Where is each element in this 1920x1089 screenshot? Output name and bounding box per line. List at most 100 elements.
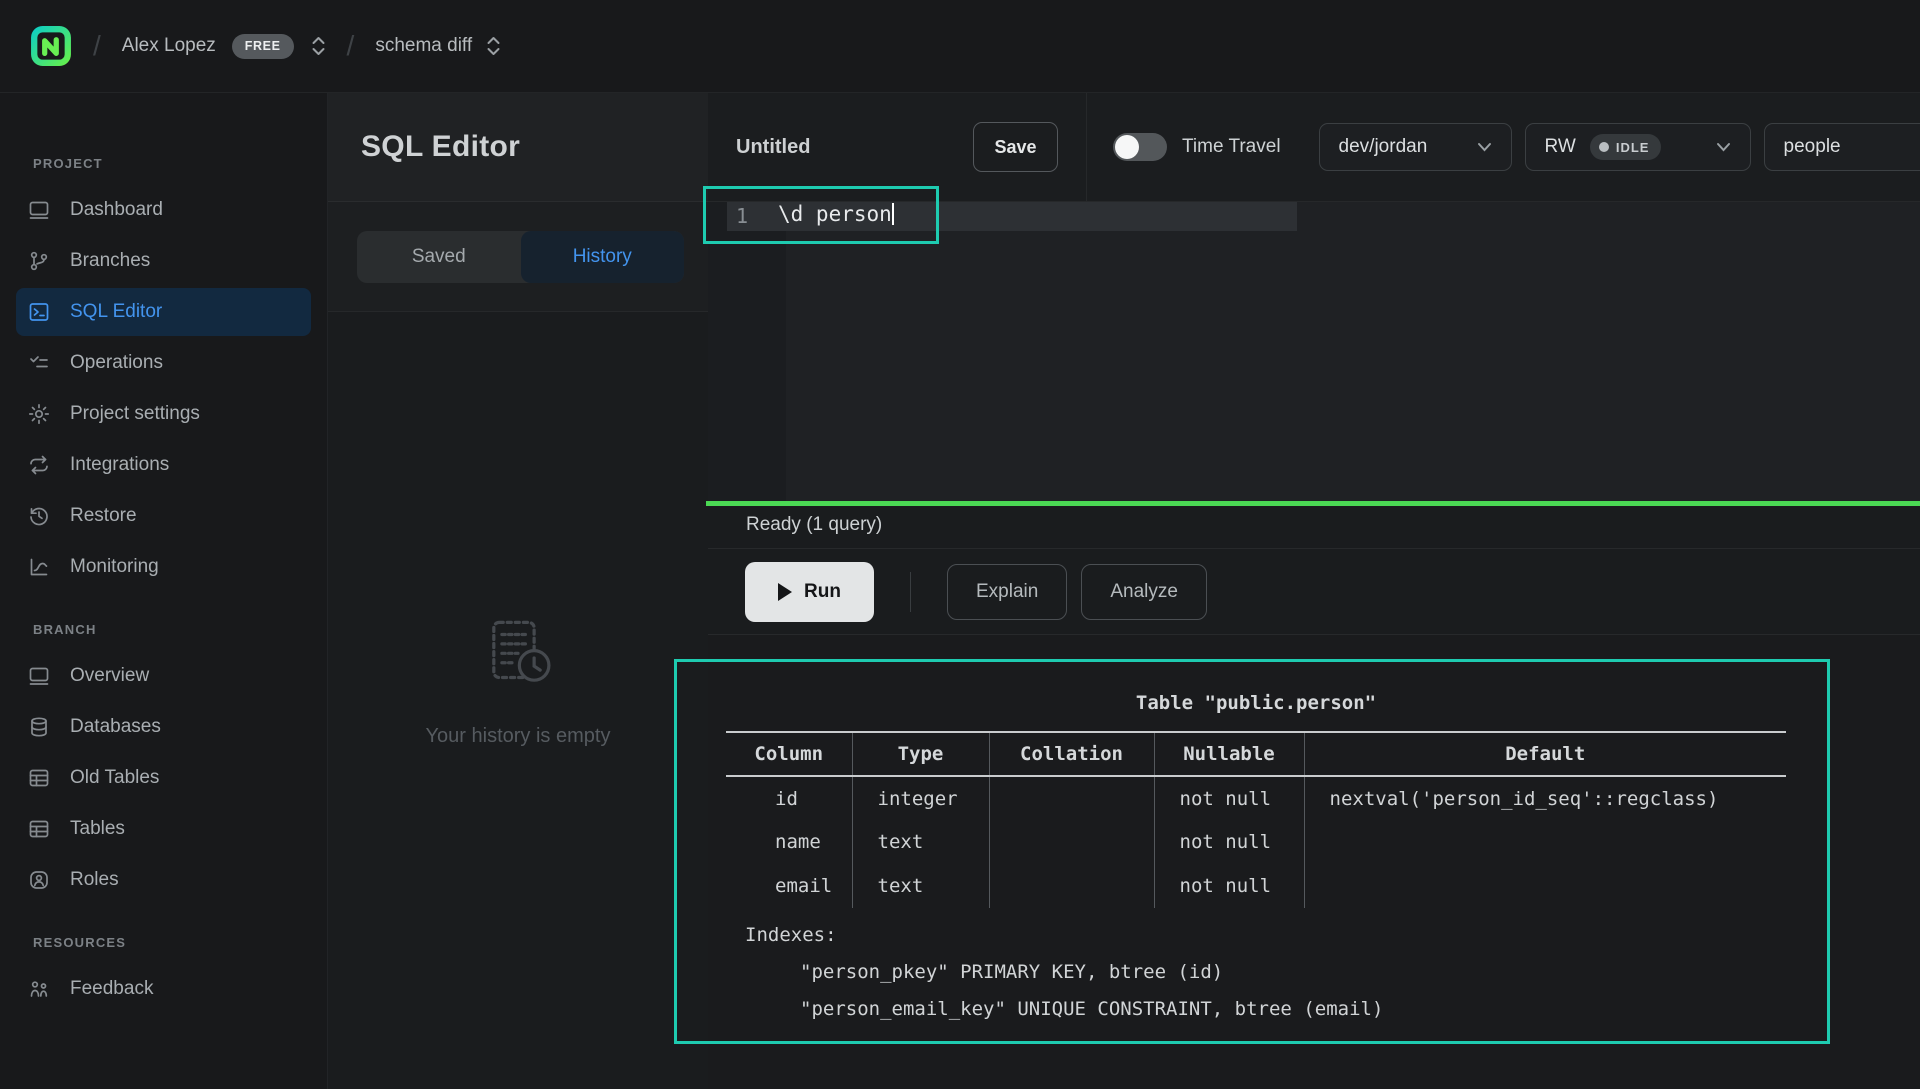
code-editor[interactable]: 1 \d person xyxy=(708,202,1920,501)
editor-toolbar: Untitled Save Time Travel dev/jordan RW … xyxy=(708,93,1920,202)
breadcrumb-project[interactable]: schema diff xyxy=(375,35,472,57)
results-cell: not null xyxy=(1154,820,1304,864)
sidebar-item-feedback[interactable]: Feedback xyxy=(16,965,311,1013)
sidebar-item-label: Dashboard xyxy=(70,199,163,221)
org-switcher-button[interactable] xyxy=(311,34,326,58)
editor-gutter xyxy=(708,202,786,501)
breadcrumb-separator: / xyxy=(93,30,101,62)
sidebar-section-label: BRANCH xyxy=(33,622,327,637)
run-button[interactable]: Run xyxy=(745,562,874,622)
results-cell: not null xyxy=(1154,776,1304,820)
query-status-bar: Ready (1 query) xyxy=(708,501,1920,548)
project-switcher-button[interactable] xyxy=(486,34,501,58)
branches-icon xyxy=(27,249,51,273)
results-cell: integer xyxy=(852,776,989,820)
sidebar-item-label: Branches xyxy=(70,250,150,272)
sidebar-item-monitoring[interactable]: Monitoring xyxy=(16,543,311,591)
history-empty-icon xyxy=(475,613,561,699)
sidebar-item-old-tables[interactable]: Old Tables xyxy=(16,754,311,802)
code-text: \d person xyxy=(778,202,892,226)
results-panel: Table "public.person" ColumnTypeCollatio… xyxy=(708,635,1920,1089)
sidebar-item-project-settings[interactable]: Project settings xyxy=(16,390,311,438)
settings-icon xyxy=(27,402,51,426)
sidebar-section-label: PROJECT xyxy=(33,156,327,171)
chevron-down-icon xyxy=(1477,142,1492,152)
neon-console: / Alex Lopez FREE / schema diff PROJECT D… xyxy=(0,0,1920,1089)
operations-icon xyxy=(27,351,51,375)
neon-logo[interactable] xyxy=(30,25,72,67)
query-title-group: Untitled Save xyxy=(708,93,1087,201)
chevron-down-icon xyxy=(1716,142,1731,152)
sidebar-item-label: Operations xyxy=(70,352,163,374)
panel-header: SQL Editor xyxy=(328,93,708,202)
sidebar-item-databases[interactable]: Databases xyxy=(16,703,311,751)
tab-saved[interactable]: Saved xyxy=(357,231,521,283)
sidebar-item-dashboard[interactable]: Dashboard xyxy=(16,186,311,234)
results-cell xyxy=(989,776,1154,820)
chevron-updown-icon xyxy=(311,34,326,58)
tab-history[interactable]: History xyxy=(521,231,685,283)
compute-select-value: RW xyxy=(1545,136,1576,158)
indexes-label: Indexes: xyxy=(726,917,1786,954)
integrations-icon xyxy=(27,453,51,477)
results-cell: email xyxy=(726,864,852,908)
status-message: Ready (1 query) xyxy=(746,514,882,536)
status-dot-icon xyxy=(1599,142,1609,152)
query-title[interactable]: Untitled xyxy=(736,136,973,159)
database-select[interactable]: people xyxy=(1764,123,1920,171)
results-row: idinteger not nullnextval('person_id_seq'… xyxy=(726,776,1786,820)
breadcrumb-separator: / xyxy=(347,30,355,62)
results-table-title: Table "public.person" xyxy=(726,688,1786,718)
sidebar-item-label: Feedback xyxy=(70,978,153,1000)
text-cursor xyxy=(892,203,895,225)
chevron-updown-icon xyxy=(486,34,501,58)
results-cell: nextval('person_id_seq'::regclass) xyxy=(1304,776,1786,820)
results-cell xyxy=(1304,820,1786,864)
query-actions-bar: Run Explain Analyze xyxy=(708,548,1920,635)
sidebar-item-operations[interactable]: Operations xyxy=(16,339,311,387)
results-column-header: Default xyxy=(1304,732,1786,776)
sidebar-item-label: SQL Editor xyxy=(70,301,162,323)
branch-select[interactable]: dev/jordan xyxy=(1319,123,1512,171)
sidebar-item-integrations[interactable]: Integrations xyxy=(16,441,311,489)
results-cell xyxy=(1304,864,1786,908)
sidebar-item-label: Overview xyxy=(70,665,149,687)
results-cell: name xyxy=(726,820,852,864)
results-table: ColumnTypeCollationNullableDefaultidinte… xyxy=(726,731,1786,908)
time-travel-toggle[interactable] xyxy=(1113,133,1167,161)
sidebar-item-label: Restore xyxy=(70,505,137,527)
history-empty-state: Your history is empty xyxy=(328,613,708,748)
results-cell xyxy=(989,820,1154,864)
sidebar-item-restore[interactable]: Restore xyxy=(16,492,311,540)
results-cell: text xyxy=(852,820,989,864)
sidebar-item-label: Roles xyxy=(70,869,119,891)
indexes-section: Indexes: "person_pkey" PRIMARY KEY, btre… xyxy=(726,917,1786,1028)
overview-icon xyxy=(27,664,51,688)
history-empty-text: Your history is empty xyxy=(426,725,611,748)
breadcrumb-org[interactable]: Alex Lopez xyxy=(122,35,216,57)
sidebar-section-label: RESOURCES xyxy=(33,935,327,950)
results-cell: id xyxy=(726,776,852,820)
sidebar-item-label: Tables xyxy=(70,818,125,840)
branch-select-value: dev/jordan xyxy=(1339,136,1428,158)
sql-editor-panel: SQL Editor Saved History Your history is… xyxy=(328,93,708,1089)
play-icon xyxy=(778,583,792,601)
sidebar-item-label: Integrations xyxy=(70,454,169,476)
editor-area: Untitled Save Time Travel dev/jordan RW … xyxy=(708,93,1920,1089)
toggle-knob xyxy=(1115,135,1139,159)
analyze-button[interactable]: Analyze xyxy=(1081,564,1207,620)
results-header-row: ColumnTypeCollationNullableDefault xyxy=(726,732,1786,776)
sidebar-item-tables[interactable]: Tables xyxy=(16,805,311,853)
sidebar-item-roles[interactable]: Roles xyxy=(16,856,311,904)
code-line[interactable]: \d person xyxy=(778,202,894,226)
results-cell: text xyxy=(852,864,989,908)
table-icon xyxy=(27,817,51,841)
sidebar-item-sql-editor[interactable]: SQL Editor xyxy=(16,288,311,336)
compute-select[interactable]: RW IDLE xyxy=(1525,123,1751,171)
sidebar-item-branches[interactable]: Branches xyxy=(16,237,311,285)
top-bar: / Alex Lopez FREE / schema diff xyxy=(0,0,1920,93)
pane-resize-handle[interactable] xyxy=(706,501,1920,506)
sidebar-item-overview[interactable]: Overview xyxy=(16,652,311,700)
explain-button[interactable]: Explain xyxy=(947,564,1067,620)
save-button[interactable]: Save xyxy=(973,122,1058,172)
